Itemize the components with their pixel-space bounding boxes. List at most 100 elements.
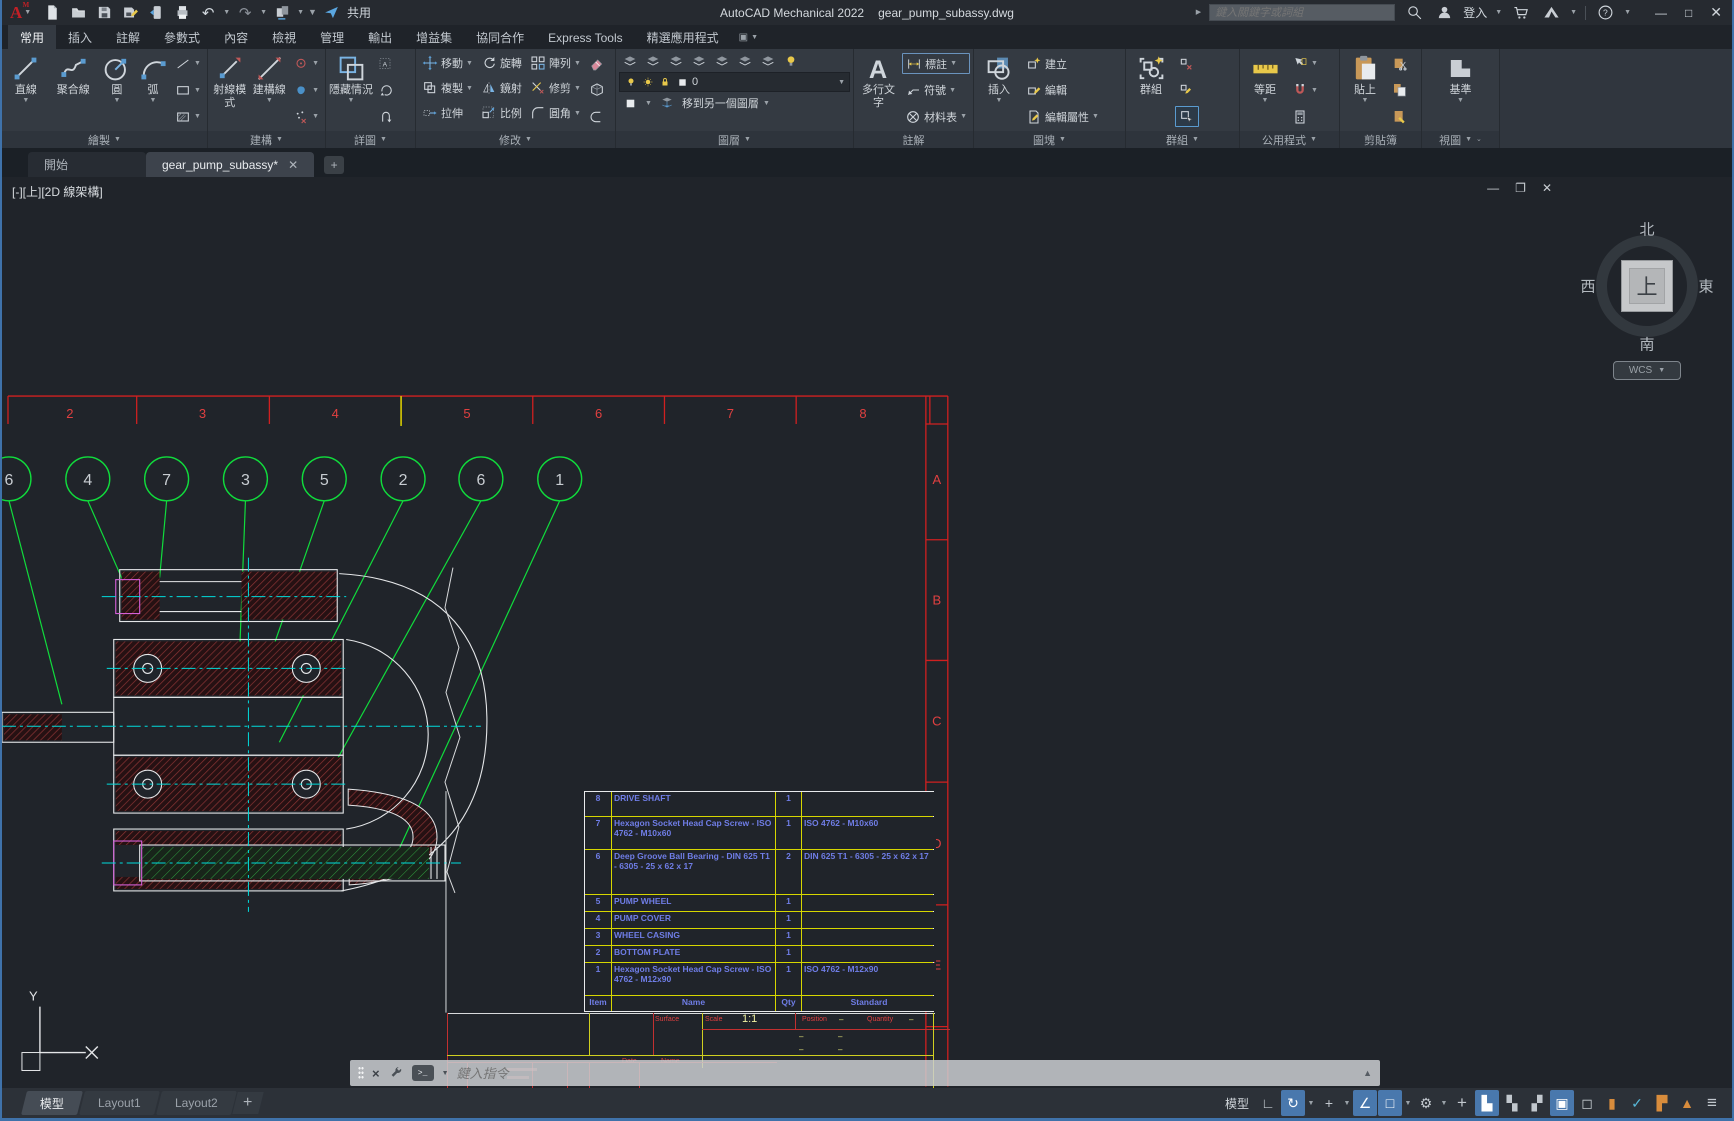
qat-customize-chevron-icon[interactable]: ▼ [308,8,317,17]
command-line-close-icon[interactable]: × [372,1066,380,1081]
quick-select-button[interactable]: ▼ [1289,53,1321,74]
tab-view[interactable]: 檢視 [260,25,308,49]
mirror-button[interactable]: 鏡射 [478,78,525,99]
dimension-button[interactable]: 標註▼ [902,53,970,74]
pin-icon[interactable]: ⌄ [1476,136,1482,143]
array-button[interactable]: 陣列▼ [527,53,584,74]
panel-utilities-footer[interactable]: 公用程式▼ [1240,131,1339,148]
parts-list-table[interactable]: 8 DRIVE SHAFT 1 7 Hexagon Socket Head Ca… [584,791,934,1012]
autocad-logo-icon[interactable]: AM [10,3,22,23]
close-button[interactable]: ✕ [1710,4,1722,21]
layer-tool-icon[interactable] [642,51,664,71]
graphics-performance-icon[interactable]: ▮ [1600,1090,1624,1116]
autodesk-icon[interactable] [1540,3,1562,23]
chevron-down-icon[interactable]: ▼ [1306,1090,1316,1116]
help-chevron-icon[interactable]: ▼ [1624,9,1631,16]
layer-on-off-icon[interactable] [780,51,802,71]
offset-button[interactable] [586,106,608,127]
layer-tool-icon[interactable] [688,51,710,71]
layer-freeze-icon[interactable] [757,51,779,71]
panel-block-footer[interactable]: 圖塊▼ [974,131,1125,148]
undo-button[interactable]: ↶ [197,3,219,23]
tab-express-tools[interactable]: Express Tools [536,25,634,49]
tab-home[interactable]: 常用 [8,25,56,49]
layer-swatch-button[interactable] [619,93,641,113]
tab-layout2[interactable]: Layout2 [156,1091,237,1115]
autodesk-chevron-icon[interactable]: ▼ [1570,9,1577,16]
doc-close-button[interactable]: ✕ [1542,181,1552,195]
layer-dropdown[interactable]: 0 ▼ [619,72,850,92]
line-segment-button[interactable]: ▼ [172,53,204,74]
snap-mode-icon[interactable]: ↻ [1281,1090,1305,1116]
command-line[interactable]: × >_ ▼ ▲ [350,1060,1380,1086]
detail-uturn-button[interactable] [375,106,397,127]
app-menu-chevron-icon[interactable]: ▼ [24,9,31,16]
annotation-visibility-icon[interactable]: ▙ [1475,1090,1499,1116]
fillet-button[interactable]: 圓角▼ [527,103,584,124]
chevron-down-icon[interactable]: ▼ [1403,1090,1413,1116]
part-balloons[interactable]: 6 4 7 3 5 2 6 1 [2,457,582,501]
edit-attributes-button[interactable]: 編輯屬性▼ [1023,106,1102,127]
recent-commands-chevron-icon[interactable]: ▼ [442,1070,449,1077]
customization-gear-icon[interactable]: ⚙ [1414,1090,1438,1116]
polyline-button[interactable]: 聚合線 [49,51,98,129]
quick-calc-button[interactable] [1289,106,1321,127]
update-view-button[interactable] [375,80,397,101]
share-label[interactable]: 共用 [347,4,371,21]
panel-groups-footer[interactable]: 群組▼ [1126,131,1239,148]
layer-tool-icon[interactable] [711,51,733,71]
doc-minimize-button[interactable]: — [1487,181,1499,195]
panel-layers-footer[interactable]: 圖層▼ [616,131,853,148]
command-history-up-icon[interactable]: ▲ [1363,1068,1372,1078]
copy-button[interactable]: 複製▼ [419,78,476,99]
hamburger-menu-icon[interactable]: ≡ [1700,1090,1724,1116]
tab-parametric[interactable]: 參數式 [152,25,212,49]
block-edit-button[interactable]: 編輯 [1023,80,1102,101]
share-icon[interactable] [321,3,343,23]
group-selection-toggle[interactable] [1175,106,1199,127]
move-button[interactable]: 移動▼ [419,53,476,74]
group-edit-button[interactable] [1175,80,1199,101]
tab-manage[interactable]: 管理 [308,25,356,49]
chevron-down-icon[interactable]: ▼ [645,100,652,107]
arc-button[interactable]: 弧▼ [136,51,170,129]
redo-chevron-icon[interactable]: ▼ [260,9,267,16]
viewcube-south[interactable]: 南 [1639,334,1654,355]
base-view-button[interactable]: 基準▼ [1439,51,1483,129]
new-file-button[interactable] [41,3,63,23]
polar-tracking-icon[interactable]: + [1317,1090,1341,1116]
panel-detail-footer[interactable]: 詳圖▼ [326,131,415,148]
panel-construct-footer[interactable]: 建構▼ [208,131,325,148]
construction-line-button[interactable]: 建構線▼ [251,51,289,129]
panel-draw-footer[interactable]: 繪製▼ [2,131,207,148]
tab-collaborate[interactable]: 協同合作 [464,25,536,49]
trim-button[interactable]: 修剪▼ [527,78,584,99]
move-to-layer-label[interactable]: 移到另一個圖層 [682,95,759,111]
center-mark-button[interactable]: ▼ [290,53,322,74]
chevron-down-icon[interactable]: ▼ [1342,1090,1352,1116]
redo-button[interactable]: ↷ [234,3,256,23]
tab-content[interactable]: 內容 [212,25,260,49]
tab-model[interactable]: 模型 [21,1091,83,1115]
snap-magnet-button[interactable]: ▼ [1289,80,1321,101]
annotation-scale-icon[interactable]: ▞ [1525,1090,1549,1116]
tab-addins[interactable]: 增益集 [404,25,464,49]
isolate-objects-icon[interactable]: ◻ [1575,1090,1599,1116]
mtext-button[interactable]: 多行文字 [857,51,900,129]
symbol-button[interactable]: 符號▼ [902,80,970,101]
viewcube-east[interactable]: 東 [1698,276,1713,297]
ray-mode-button[interactable]: 射線模式 [211,51,249,129]
hatch-button[interactable]: ▼ [172,106,204,127]
erase-button[interactable] [586,53,608,74]
rotate-button[interactable]: 旋轉 [478,53,525,74]
tab-layout1[interactable]: Layout1 [79,1091,160,1115]
undo-chevron-icon[interactable]: ▼ [223,9,230,16]
chevron-down-icon[interactable]: ▼ [763,100,770,107]
insert-block-button[interactable]: 插入▼ [977,51,1021,129]
command-line-grip[interactable] [358,1066,364,1080]
plot-button[interactable] [171,3,193,23]
panel-modify-footer[interactable]: 修改▼ [416,131,615,148]
layer-tool-icon[interactable] [665,51,687,71]
chevron-down-icon[interactable]: ▼ [1439,1090,1449,1116]
autoscale-icon[interactable]: ▚ [1500,1090,1524,1116]
